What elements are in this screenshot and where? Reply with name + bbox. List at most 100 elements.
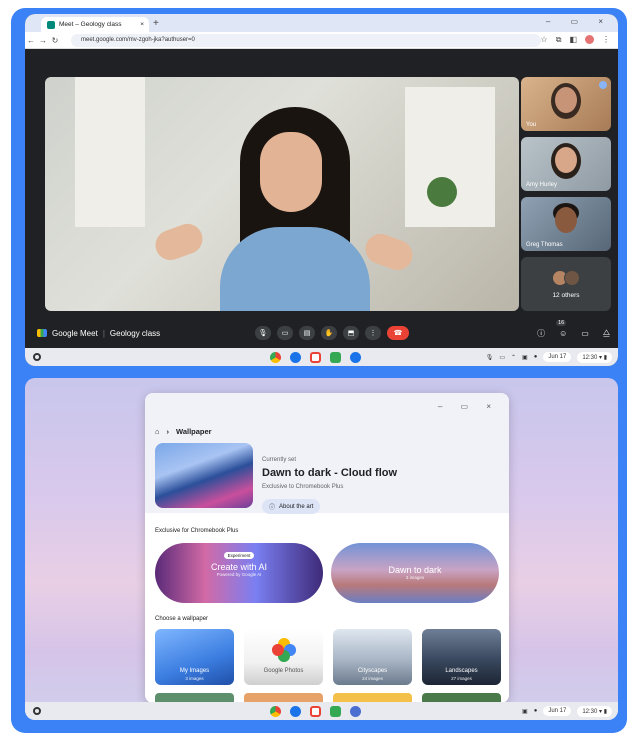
toolbar-right: ☆ ⧉ ◧ ⋮: [541, 35, 610, 45]
tote-icon[interactable]: ▣: [522, 354, 528, 361]
card-sub: 3 images: [405, 575, 425, 580]
mic-tray-icon[interactable]: 🎙: [486, 354, 494, 361]
wallpaper-header: – ▭ × ⌂ › Wallpaper Currently set Dawn t…: [145, 393, 509, 514]
section-title: Choose a wallpaper: [155, 616, 209, 622]
experiment-badge: Experiment: [223, 552, 255, 559]
create-with-ai-card[interactable]: Experiment Create with AI Powered by Goo…: [155, 543, 323, 603]
screen-capture-icon[interactable]: ▭: [499, 354, 505, 361]
home-icon[interactable]: ⌂: [155, 427, 160, 436]
launcher-icon[interactable]: [33, 707, 41, 715]
wallpaper-app-icon[interactable]: [350, 705, 361, 717]
menu-icon[interactable]: ⋮: [602, 35, 610, 45]
info-icon[interactable]: ⓘ: [537, 328, 545, 339]
toolbar: ← → ↻ meet.google.com/mv-zgoh-jka?authus…: [25, 32, 618, 49]
new-tab-icon[interactable]: +: [153, 18, 159, 29]
bookmark-star-icon[interactable]: ☆: [541, 35, 548, 45]
address-bar[interactable]: meet.google.com/mv-zgoh-jka?authuser=0: [71, 34, 541, 47]
chrome-icon[interactable]: [270, 705, 281, 717]
current-wallpaper-sub: Exclusive to Chromebook Plus: [262, 484, 344, 490]
shelf: ▣ ● Jun 17 12:30 ▾ ▮: [25, 702, 618, 720]
status-tray: 🎙 ▭ ⌃ ▣ ● Jun 17 12:30 ▾ ▮: [486, 351, 612, 363]
tote-icon[interactable]: ▣: [522, 708, 528, 715]
current-wallpaper-title: Dawn to dark - Cloud flow: [262, 467, 398, 479]
present-icon[interactable]: ⬒: [343, 326, 359, 340]
hand: [151, 219, 207, 265]
gmail-icon[interactable]: [310, 705, 321, 717]
meeting-name: Geology class: [109, 328, 161, 338]
profile-avatar[interactable]: [585, 35, 594, 44]
clock-time: 12:30: [582, 708, 598, 715]
meet-app-icon[interactable]: [330, 705, 341, 717]
window-controls[interactable]: – ▭ ×: [438, 402, 499, 411]
do-not-disturb-icon[interactable]: ●: [534, 708, 538, 714]
side-panel-icon[interactable]: ◧: [569, 35, 577, 45]
dawn-to-dark-card[interactable]: Dawn to dark 3 images: [331, 543, 499, 603]
chevron-up-icon[interactable]: ⌃: [511, 354, 516, 361]
reload-icon[interactable]: ↻: [49, 36, 61, 45]
meet-brand: Google Meet | Geology class: [37, 329, 160, 338]
participant-tile[interactable]: Amy Hurley: [521, 137, 611, 191]
files-icon[interactable]: [290, 705, 301, 717]
wallpaper-screen: – ▭ × ⌂ › Wallpaper Currently set Dawn t…: [25, 378, 618, 720]
window-controls[interactable]: – ▭ ×: [546, 17, 612, 26]
tab-title: Meet – Geology class: [59, 21, 122, 28]
collection-cityscapes[interactable]: Cityscapes 24 images: [333, 629, 412, 685]
raise-hand-icon[interactable]: ✋: [321, 326, 337, 340]
collection-google-photos[interactable]: Google Photos: [244, 629, 323, 685]
collection-my-images[interactable]: My Images 3 images: [155, 629, 234, 685]
wallpaper-collections: My Images 3 images Google Photos Citysca…: [155, 629, 501, 685]
gmail-icon[interactable]: [310, 351, 321, 363]
chat-icon[interactable]: ▭: [581, 329, 589, 338]
call-controls: 🎙 ▭ ▤ ✋ ⬒ ⋮ ☎: [255, 326, 409, 340]
captions-icon[interactable]: ▤: [299, 326, 315, 340]
pinned-apps: [270, 705, 361, 717]
collection-sub: 3 images: [185, 676, 204, 681]
collection-landscapes[interactable]: Landscapes 27 images: [422, 629, 501, 685]
browser-tab[interactable]: Meet – Geology class ×: [41, 17, 149, 32]
meet-favicon-icon: [47, 20, 55, 29]
currently-set-label: Currently set: [262, 457, 297, 463]
extensions-icon[interactable]: ⧉: [556, 35, 562, 45]
status-tray: ▣ ● Jun 17 12:30 ▾ ▮: [522, 705, 612, 717]
meet-app-icon[interactable]: [330, 351, 341, 363]
meet-screen: Meet – Geology class × + – ▭ × ← → ↻ mee…: [25, 14, 618, 366]
others-tile[interactable]: 12 others: [521, 257, 611, 311]
card-sub: Powered by Google AI: [216, 572, 262, 577]
clock-pill[interactable]: 12:30 ▾ ▮: [577, 705, 612, 717]
chrome-icon[interactable]: [270, 351, 281, 363]
others-label: 12 others: [552, 291, 580, 299]
forward-icon[interactable]: →: [37, 36, 49, 45]
launcher-icon[interactable]: [33, 353, 41, 361]
google-photos-icon: [272, 638, 296, 662]
messages-icon[interactable]: [350, 351, 361, 363]
collection-title: Cityscapes: [357, 668, 388, 674]
about-art-button[interactable]: ⓘ About the art: [262, 499, 321, 514]
pinned-apps: [270, 351, 361, 363]
participant-thumbnails: You Amy Hurley Greg Thomas 12 others: [521, 77, 611, 317]
meet-control-bar: Google Meet | Geology class 🎙 ▭ ▤ ✋ ⬒ ⋮ …: [25, 319, 618, 345]
close-tab-icon[interactable]: ×: [140, 21, 144, 28]
participant-tile-you[interactable]: You: [521, 77, 611, 131]
clock-time: 12:30: [582, 354, 598, 361]
participant-name: Amy Hurley: [526, 182, 558, 188]
people-count: 16: [556, 319, 567, 326]
speaking-indicator-icon: [599, 81, 607, 89]
date-pill[interactable]: Jun 17: [543, 706, 572, 716]
files-icon[interactable]: [290, 351, 301, 363]
date-pill[interactable]: Jun 17: [543, 352, 572, 362]
participant-name: Greg Thomas: [526, 242, 563, 248]
speaker-person: [220, 107, 370, 311]
more-icon[interactable]: ⋮: [365, 326, 381, 340]
camera-icon[interactable]: ▭: [277, 326, 293, 340]
end-call-icon[interactable]: ☎: [387, 326, 409, 340]
people-icon[interactable]: ☺ 16: [556, 319, 567, 338]
back-icon[interactable]: ←: [25, 36, 37, 45]
section-title: Exclusive for Chromebook Plus: [155, 528, 239, 534]
participant-tile[interactable]: Greg Thomas: [521, 197, 611, 251]
clock-pill[interactable]: 12:30 ▾ ▮: [577, 351, 612, 363]
mic-icon[interactable]: 🎙: [255, 326, 271, 340]
activities-icon[interactable]: ⧋: [603, 328, 610, 338]
meet-side-controls: ⓘ ☺ 16 ▭ ⧋: [537, 319, 610, 339]
device-frame: Meet – Geology class × + – ▭ × ← → ↻ mee…: [11, 8, 627, 733]
do-not-disturb-icon[interactable]: ●: [534, 354, 538, 360]
